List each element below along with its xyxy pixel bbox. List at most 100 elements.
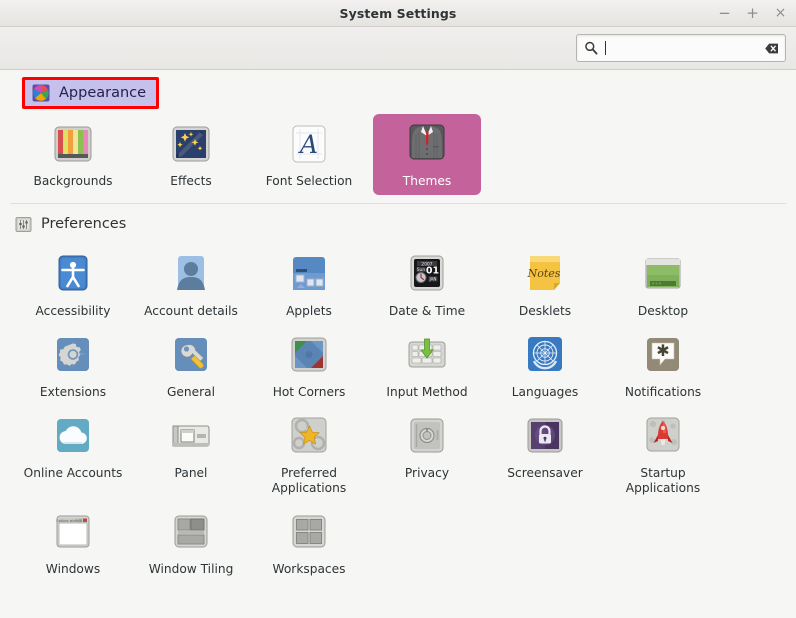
desklets-icon-text: Notes	[527, 267, 561, 280]
date-icon-date: 01	[426, 266, 439, 277]
tile-label: Preferred Applications	[271, 466, 347, 495]
input-method-icon	[403, 331, 451, 379]
tile-windows[interactable]: Options window Windows	[19, 502, 127, 588]
clear-icon[interactable]	[764, 41, 779, 56]
accessibility-icon	[49, 250, 97, 298]
tile-desktop[interactable]: Desktop	[609, 244, 717, 325]
date-time-icon: 2007 Sun 01 JAN	[403, 250, 451, 298]
section-label-preferences: Preferences	[41, 216, 127, 232]
tile-label: Window Tiling	[148, 562, 234, 576]
search-input[interactable]	[598, 35, 764, 61]
tile-label: General	[166, 385, 216, 399]
section-header-appearance: Appearance	[0, 76, 796, 110]
tile-label: Online Accounts	[23, 466, 123, 480]
appearance-grid: Backgrounds Effects A Font Selection The…	[0, 114, 796, 195]
window-controls: − + ×	[717, 0, 788, 27]
minimize-button[interactable]: −	[717, 6, 732, 21]
preferences-grid-2: Online Accounts Panel Preferred Applicat…	[0, 406, 796, 588]
tile-label: Panel	[174, 466, 208, 480]
tile-label: Input Method	[386, 385, 468, 399]
tile-effects[interactable]: Effects	[137, 114, 245, 195]
appearance-highlight-box[interactable]: Appearance	[22, 77, 160, 109]
maximize-button[interactable]: +	[745, 6, 760, 21]
tile-input-method[interactable]: Input Method	[373, 325, 481, 406]
privacy-icon	[403, 412, 451, 460]
applets-icon	[285, 250, 333, 298]
section-label-appearance: Appearance	[59, 85, 147, 101]
extensions-icon	[49, 331, 97, 379]
tile-label: Hot Corners	[272, 385, 346, 399]
search-icon	[584, 41, 598, 55]
screensaver-icon	[521, 412, 569, 460]
tile-label: Desktop	[637, 304, 689, 318]
tile-account-details[interactable]: Account details	[137, 244, 245, 325]
tile-online-accounts[interactable]: Online Accounts	[19, 406, 127, 502]
tile-hot-corners[interactable]: Hot Corners	[255, 325, 363, 406]
date-icon-month: JAN	[429, 277, 437, 282]
tile-window-tiling[interactable]: Window Tiling	[137, 502, 245, 588]
tile-label: Windows	[45, 562, 101, 576]
section-header-preferences: Preferences	[0, 204, 796, 244]
tile-label: Font Selection	[265, 174, 353, 188]
preferred-applications-icon	[285, 412, 333, 460]
tile-label: Startup Applications	[625, 466, 701, 495]
tile-desklets[interactable]: Notes Desklets	[491, 244, 599, 325]
tile-screensaver[interactable]: Screensaver	[491, 406, 599, 502]
online-accounts-icon	[49, 412, 97, 460]
languages-icon	[521, 331, 569, 379]
tile-label: Accessibility	[35, 304, 111, 318]
general-icon	[167, 331, 215, 379]
desklets-icon: Notes	[521, 250, 569, 298]
account-details-icon	[167, 250, 215, 298]
tile-privacy[interactable]: Privacy	[373, 406, 481, 502]
tile-preferred-applications[interactable]: Preferred Applications	[255, 406, 363, 502]
svg-text:Options window: Options window	[56, 519, 82, 523]
font-selection-icon: A	[285, 120, 333, 168]
tile-extensions[interactable]: Extensions	[19, 325, 127, 406]
themes-icon	[403, 120, 451, 168]
tile-panel[interactable]: Panel	[137, 406, 245, 502]
tile-label: Screensaver	[507, 466, 583, 480]
tile-accessibility[interactable]: Accessibility	[19, 244, 127, 325]
startup-applications-icon	[639, 412, 687, 460]
tile-themes[interactable]: Themes	[373, 114, 481, 195]
tile-label: Extensions	[39, 385, 107, 399]
backgrounds-icon	[49, 120, 97, 168]
windows-icon: Options window	[49, 508, 97, 556]
notifications-icon: ✱	[639, 331, 687, 379]
desktop-icon	[639, 250, 687, 298]
search-box[interactable]	[576, 34, 786, 62]
window-title: System Settings	[339, 5, 457, 21]
svg-text:✱: ✱	[656, 341, 669, 360]
appearance-pinwheel-icon	[32, 84, 50, 102]
tile-general[interactable]: General	[137, 325, 245, 406]
svg-text:A: A	[298, 130, 318, 159]
effects-icon	[167, 120, 215, 168]
tile-label: Effects	[170, 174, 212, 188]
preferences-grid: Accessibility Account details Applets 20…	[0, 244, 796, 406]
workspaces-icon	[285, 508, 333, 556]
tile-label: Backgrounds	[33, 174, 113, 188]
tile-label: Account details	[144, 304, 238, 318]
tile-label: Languages	[511, 385, 579, 399]
tile-label: Applets	[286, 304, 332, 318]
tile-workspaces[interactable]: Workspaces	[255, 502, 363, 588]
tile-label: Privacy	[404, 466, 450, 480]
hot-corners-icon	[285, 331, 333, 379]
tile-label: Notifications	[624, 385, 702, 399]
tile-label: Date & Time	[388, 304, 466, 318]
tile-applets[interactable]: Applets	[255, 244, 363, 325]
tile-date-time[interactable]: 2007 Sun 01 JAN Date & Time	[373, 244, 481, 325]
close-button[interactable]: ×	[773, 6, 788, 21]
tile-label: Workspaces	[272, 562, 346, 576]
tile-font-selection[interactable]: A Font Selection	[255, 114, 363, 195]
tile-languages[interactable]: Languages	[491, 325, 599, 406]
toolbar	[0, 27, 796, 70]
tile-notifications[interactable]: ✱ Notifications	[609, 325, 717, 406]
preferences-sliders-icon	[15, 216, 32, 233]
title-bar: System Settings − + ×	[0, 0, 796, 27]
tile-backgrounds[interactable]: Backgrounds	[19, 114, 127, 195]
tile-startup-applications[interactable]: Startup Applications	[609, 406, 717, 502]
tile-label: Desklets	[518, 304, 572, 318]
tile-label: Themes	[402, 174, 452, 188]
